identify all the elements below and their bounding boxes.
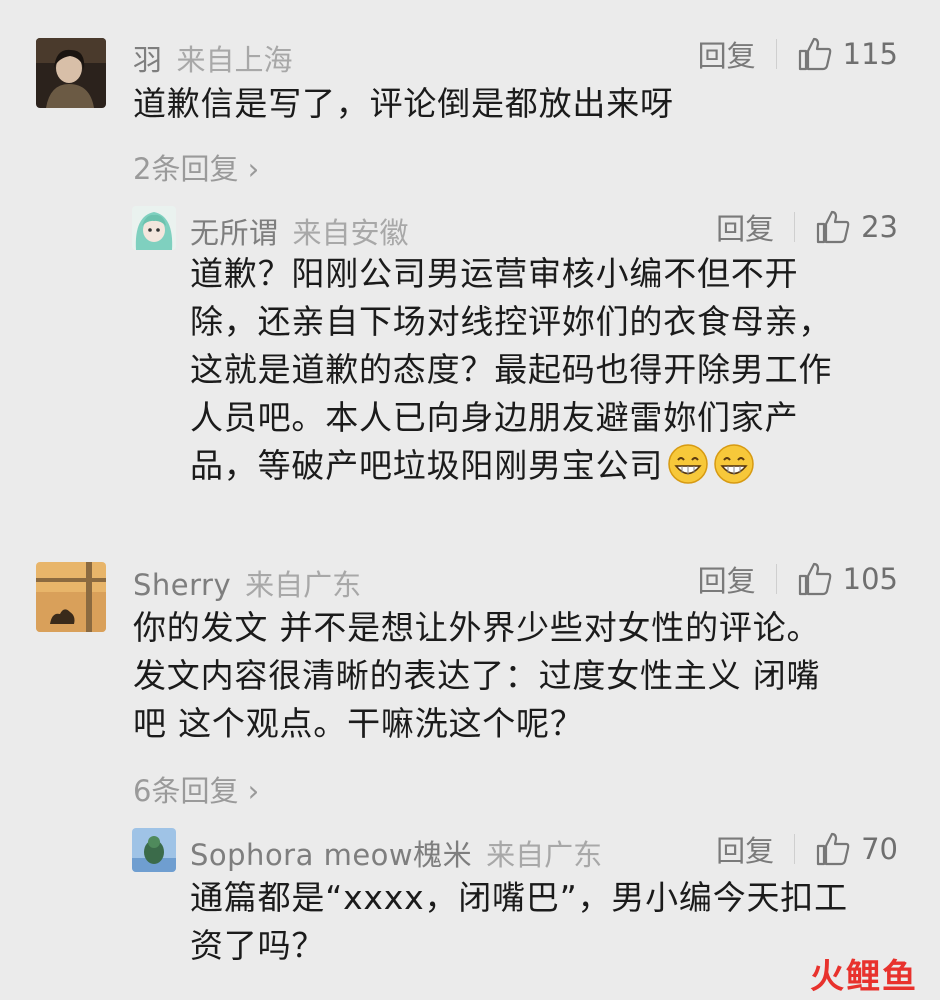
- username[interactable]: Sherry: [133, 568, 231, 602]
- reply-text: 通篇都是“xxxx，闭嘴巴”，男小编今天扣工 资了吗？: [190, 874, 848, 970]
- text-line: 道歉？阳刚公司男运营审核小编不但不开: [190, 254, 799, 293]
- like-count: 70: [861, 832, 898, 866]
- comment-text: 道歉信是写了，评论倒是都放出来呀: [133, 84, 674, 123]
- like-button[interactable]: 105: [797, 561, 898, 597]
- reply-button[interactable]: 回复: [716, 828, 774, 870]
- like-button[interactable]: 115: [797, 36, 898, 72]
- location-label: 来自广东: [486, 838, 603, 872]
- comment-actions: 回复 115: [698, 33, 898, 75]
- thumbs-up-icon: [816, 832, 850, 866]
- username[interactable]: 羽: [133, 37, 163, 79]
- thumbs-up-icon: [798, 37, 831, 71]
- comment-feed: 羽 来自上海 回复 115 道歉信是写了，评论倒是都放出来呀 2条回复 › 无所…: [0, 0, 940, 1000]
- location-label: 来自广东: [245, 568, 362, 602]
- comment-text: 你的发文 并不是想让外界少些对女性的评论。 发文内容很清晰的表达了：过度女性主义…: [133, 604, 820, 748]
- view-replies-label: 6条回复: [133, 774, 239, 808]
- text-line: 你的发文 并不是想让外界少些对女性的评论。: [133, 608, 821, 647]
- chevron-right-icon: ›: [238, 774, 260, 808]
- thumbs-up-icon: [798, 562, 831, 596]
- thumbs-up-icon: [816, 210, 850, 244]
- comment-meta: Sherry 来自广东: [133, 562, 361, 604]
- text-line: 这就是道歉的态度？最起码也得开除男工作: [190, 350, 833, 389]
- reply-meta: Sophora meow槐米 来自广东: [190, 832, 602, 874]
- divider: [775, 39, 777, 69]
- view-replies-link[interactable]: 6条回复 ›: [133, 768, 259, 810]
- divider: [794, 834, 796, 864]
- text-line: 除，还亲自下场对线控评妳们的衣食母亲，: [190, 302, 833, 341]
- like-button[interactable]: 70: [815, 831, 898, 867]
- reply-actions: 回复 70: [716, 828, 898, 870]
- avatar-photo: [36, 562, 106, 632]
- avatar[interactable]: [36, 562, 106, 632]
- watermark-text: 火鲤鱼: [810, 957, 918, 997]
- avatar[interactable]: [132, 828, 176, 872]
- username[interactable]: 无所谓: [190, 210, 279, 252]
- like-count: 115: [842, 37, 898, 71]
- chevron-right-icon: ›: [238, 152, 260, 186]
- comment-actions: 回复 105: [698, 558, 898, 600]
- watermark-logo: 火鲤鱼: [810, 949, 918, 998]
- view-replies-link[interactable]: 2条回复 ›: [133, 146, 259, 188]
- reply-button[interactable]: 回复: [698, 33, 756, 75]
- username[interactable]: Sophora meow槐米: [190, 832, 472, 874]
- like-button[interactable]: 23: [815, 209, 898, 245]
- like-count: 105: [842, 562, 898, 596]
- text-line-content: 品，等破产吧垃圾阳刚男宝公司: [190, 446, 664, 485]
- text-line: 品，等破产吧垃圾阳刚男宝公司: [190, 442, 832, 490]
- like-count: 23: [861, 210, 898, 244]
- location-label: 来自安徽: [292, 216, 409, 250]
- text-line: 发文内容很清晰的表达了：过度女性主义 闭嘴: [133, 656, 821, 695]
- avatar-illustration: [132, 206, 176, 250]
- text-line: 资了吗？: [190, 926, 326, 965]
- divider: [775, 564, 777, 594]
- avatar-illustration: [132, 828, 176, 872]
- reply-text: 道歉？阳刚公司男运营审核小编不但不开 除，还亲自下场对线控评妳们的衣食母亲， 这…: [190, 250, 832, 490]
- text-line: 吧 这个观点。干嘛洗这个呢？: [133, 704, 584, 743]
- avatar-photo: [36, 38, 106, 108]
- grin-emoji-icon: [668, 444, 708, 484]
- divider: [794, 212, 796, 242]
- avatar[interactable]: [36, 38, 106, 108]
- comment-meta: 羽 来自上海: [133, 37, 293, 79]
- avatar[interactable]: [132, 206, 176, 250]
- view-replies-label: 2条回复: [133, 152, 239, 186]
- reply-button[interactable]: 回复: [716, 206, 774, 248]
- grin-emoji-icon: [714, 444, 754, 484]
- reply-button[interactable]: 回复: [698, 558, 756, 600]
- text-line: 通篇都是“xxxx，闭嘴巴”，男小编今天扣工: [190, 878, 848, 917]
- text-line: 人员吧。本人已向身边朋友避雷妳们家产: [190, 398, 799, 437]
- location-label: 来自上海: [176, 43, 293, 77]
- reply-meta: 无所谓 来自安徽: [190, 210, 409, 252]
- reply-actions: 回复 23: [716, 206, 898, 248]
